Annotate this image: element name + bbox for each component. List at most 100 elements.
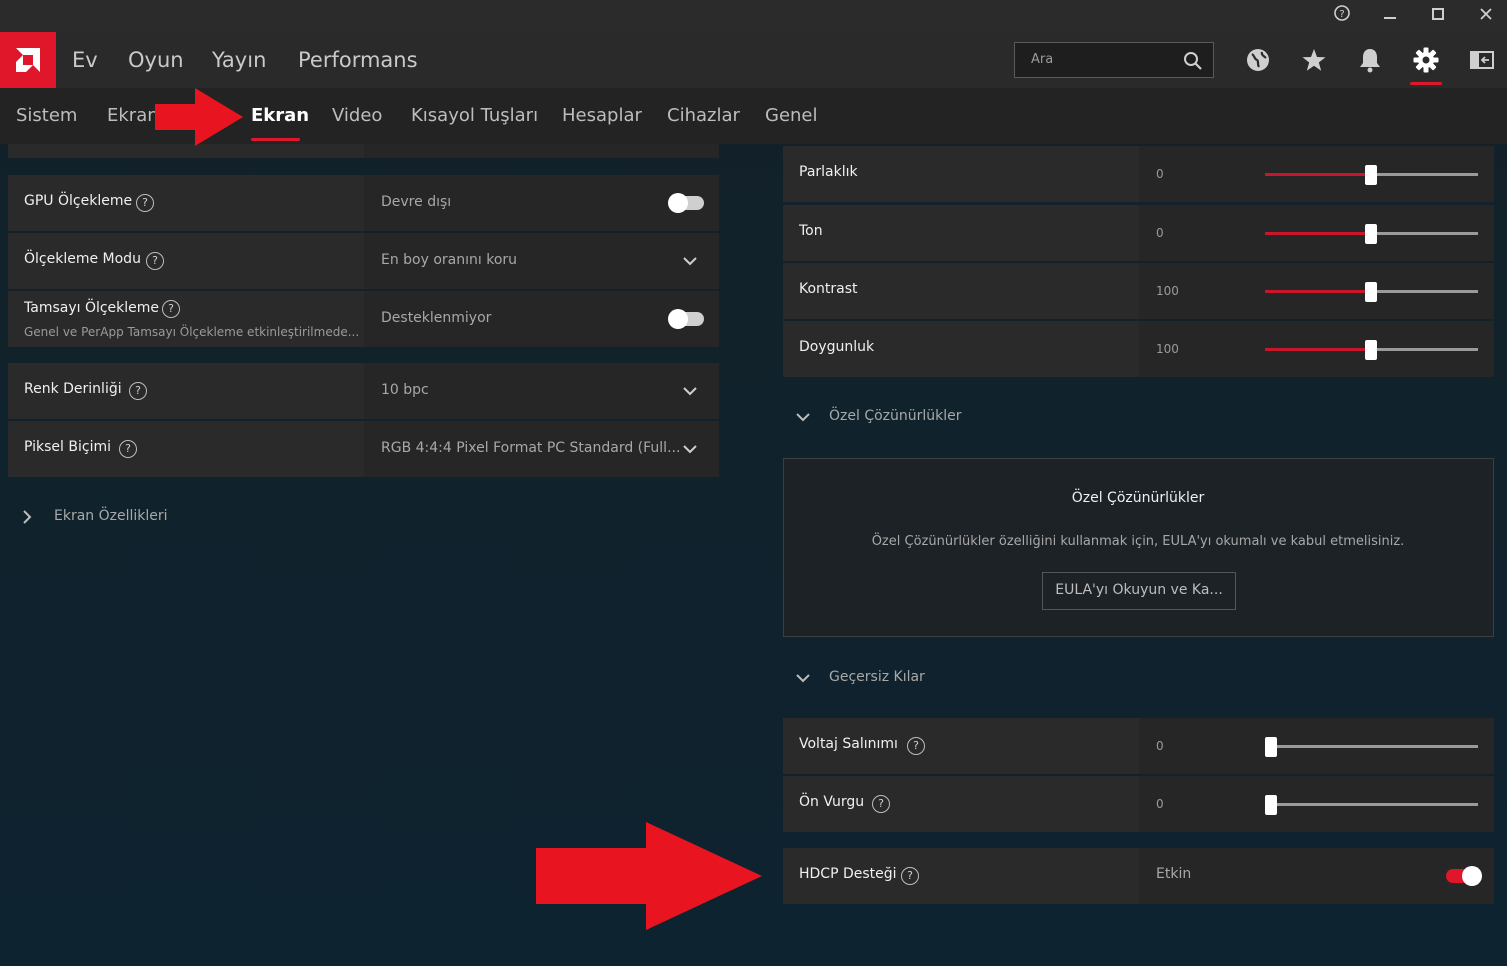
integer-scaling-value: Desteklenmiyor bbox=[381, 310, 492, 326]
nav-performans[interactable]: Performans bbox=[298, 32, 418, 88]
tab-genel[interactable]: Genel bbox=[765, 88, 818, 144]
search-placeholder: Ara bbox=[1031, 52, 1054, 67]
hue-slider-thumb[interactable] bbox=[1365, 224, 1377, 244]
scaling-mode-dropdown[interactable]: En boy oranını koru bbox=[364, 233, 719, 289]
tab-ekran[interactable]: Ekran bbox=[251, 88, 309, 144]
integer-scaling-sublabel: Genel ve PerApp Tamsayı Ölçekleme etkinl… bbox=[24, 325, 360, 339]
hue-value: 0 bbox=[1156, 226, 1164, 240]
help-icon[interactable]: ? bbox=[907, 737, 925, 755]
hdcp-toggle[interactable] bbox=[1446, 866, 1482, 886]
hdcp-label: HDCP Desteği bbox=[799, 866, 897, 882]
tab-sistem[interactable]: Sistem bbox=[16, 88, 77, 144]
help-icon[interactable]: ? bbox=[162, 300, 180, 318]
scaling-mode-row: Ölçekleme Modu ? En boy oranını koru bbox=[8, 233, 719, 289]
color-depth-label: Renk Derinliği bbox=[24, 381, 122, 397]
annotation-arrow-tab bbox=[155, 88, 243, 146]
minimize-button[interactable] bbox=[1377, 4, 1403, 28]
contrast-label: Kontrast bbox=[799, 281, 858, 297]
pre-emphasis-slider-track[interactable] bbox=[1265, 803, 1478, 806]
color-depth-dropdown[interactable]: 10 bpc bbox=[364, 363, 719, 419]
scaling-mode-value: En boy oranını koru bbox=[381, 252, 518, 268]
hue-slider-fill bbox=[1265, 232, 1371, 235]
pixel-format-label: Piksel Biçimi bbox=[24, 439, 111, 455]
saturation-row: Doygunluk 100 bbox=[783, 321, 1494, 377]
scaling-mode-label: Ölçekleme Modu bbox=[24, 251, 141, 267]
star-icon[interactable] bbox=[1300, 46, 1328, 74]
help-icon[interactable]: ? bbox=[119, 440, 137, 458]
active-tab-underline bbox=[251, 138, 300, 141]
chevron-down-icon bbox=[683, 387, 697, 396]
eula-title: Özel Çözünürlükler bbox=[1071, 490, 1205, 506]
help-icon[interactable]: ? bbox=[136, 194, 154, 212]
search-icon bbox=[1184, 52, 1202, 70]
tab-kisayol-tuslari[interactable]: Kısayol Tuşları bbox=[411, 88, 538, 144]
tab-cihazlar[interactable]: Cihazlar bbox=[667, 88, 740, 144]
help-icon[interactable]: ? bbox=[1329, 4, 1355, 28]
brightness-slider-fill bbox=[1265, 173, 1371, 176]
close-button[interactable] bbox=[1473, 4, 1499, 28]
nav-oyun[interactable]: Oyun bbox=[128, 32, 184, 88]
toggle-knob bbox=[1462, 866, 1482, 886]
contrast-row: Kontrast 100 bbox=[783, 263, 1494, 319]
hue-row: Ton 0 bbox=[783, 205, 1494, 261]
title-bar: ? bbox=[0, 0, 1507, 32]
pixel-format-value: RGB 4:4:4 Pixel Format PC Standard (Full… bbox=[381, 440, 681, 456]
gpu-scaling-label: GPU Ölçekleme bbox=[24, 193, 133, 209]
integer-scaling-label: Tamsayı Ölçekleme bbox=[24, 300, 160, 316]
help-icon[interactable]: ? bbox=[146, 252, 164, 270]
brightness-slider-thumb[interactable] bbox=[1365, 165, 1377, 185]
nav-yayin[interactable]: Yayın bbox=[212, 32, 266, 88]
override-section[interactable]: Geçersiz Kılar bbox=[829, 669, 925, 685]
annotation-arrow-hdcp bbox=[536, 822, 762, 930]
brightness-value: 0 bbox=[1156, 167, 1164, 181]
svg-text:?: ? bbox=[1339, 9, 1344, 20]
amd-logo[interactable] bbox=[0, 32, 56, 88]
tab-hesaplar[interactable]: Hesaplar bbox=[562, 88, 642, 144]
cut-off-row bbox=[8, 144, 719, 158]
pre-emphasis-row: Ön Vurgu ? 0 bbox=[783, 776, 1494, 832]
search-input[interactable]: Ara bbox=[1014, 42, 1214, 78]
saturation-slider-thumb[interactable] bbox=[1365, 340, 1377, 360]
hdcp-support-row: HDCP Desteği ? Etkin bbox=[783, 848, 1494, 904]
globe-icon[interactable] bbox=[1244, 46, 1272, 74]
pixel-format-row: Piksel Biçimi ? RGB 4:4:4 Pixel Format P… bbox=[8, 421, 719, 477]
tab-ekran-graphics[interactable]: Ekran bbox=[107, 88, 159, 144]
chevron-down-icon[interactable] bbox=[795, 672, 811, 684]
pixel-format-dropdown[interactable]: RGB 4:4:4 Pixel Format PC Standard (Full… bbox=[364, 421, 719, 477]
color-depth-row: Renk Derinliği ? 10 bpc bbox=[8, 363, 719, 419]
help-icon[interactable]: ? bbox=[901, 867, 919, 885]
tab-video[interactable]: Video bbox=[332, 88, 382, 144]
contrast-slider-thumb[interactable] bbox=[1365, 282, 1377, 302]
chevron-right-icon[interactable] bbox=[20, 509, 34, 525]
contrast-value: 100 bbox=[1156, 284, 1179, 298]
bell-icon[interactable] bbox=[1356, 46, 1384, 74]
chevron-down-icon bbox=[683, 445, 697, 454]
gear-icon[interactable] bbox=[1412, 46, 1440, 74]
voltage-swing-slider-track[interactable] bbox=[1265, 745, 1478, 748]
read-eula-button[interactable]: EULA'yı Okuyun ve Ka... bbox=[1042, 572, 1236, 610]
hdcp-value: Etkin bbox=[1156, 866, 1192, 882]
voltage-swing-slider-thumb[interactable] bbox=[1265, 737, 1277, 757]
contrast-slider-fill bbox=[1265, 290, 1371, 293]
chevron-down-icon[interactable] bbox=[795, 411, 811, 423]
saturation-value: 100 bbox=[1156, 342, 1179, 356]
voltage-swing-value: 0 bbox=[1156, 739, 1164, 753]
help-icon[interactable]: ? bbox=[129, 382, 147, 400]
nav-ev[interactable]: Ev bbox=[72, 32, 98, 88]
toggle-knob bbox=[668, 193, 688, 213]
help-icon[interactable]: ? bbox=[872, 795, 890, 813]
pre-emphasis-value: 0 bbox=[1156, 797, 1164, 811]
voltage-swing-label: Voltaj Salınımı bbox=[799, 736, 898, 752]
color-depth-value: 10 bpc bbox=[381, 382, 429, 398]
saturation-label: Doygunluk bbox=[799, 339, 875, 355]
main-navigation: Ev Oyun Yayın Performans Ara bbox=[0, 32, 1507, 88]
brightness-row: Parlaklık 0 bbox=[783, 146, 1494, 202]
integer-scaling-toggle[interactable] bbox=[668, 309, 704, 329]
display-properties-section[interactable]: Ekran Özellikleri bbox=[54, 508, 168, 524]
maximize-button[interactable] bbox=[1425, 4, 1451, 28]
pre-emphasis-label: Ön Vurgu bbox=[799, 794, 865, 810]
pre-emphasis-slider-thumb[interactable] bbox=[1265, 795, 1277, 815]
sidebar-toggle-icon[interactable] bbox=[1468, 46, 1496, 74]
custom-resolutions-section[interactable]: Özel Çözünürlükler bbox=[829, 408, 962, 424]
gpu-scaling-toggle[interactable] bbox=[668, 193, 704, 213]
